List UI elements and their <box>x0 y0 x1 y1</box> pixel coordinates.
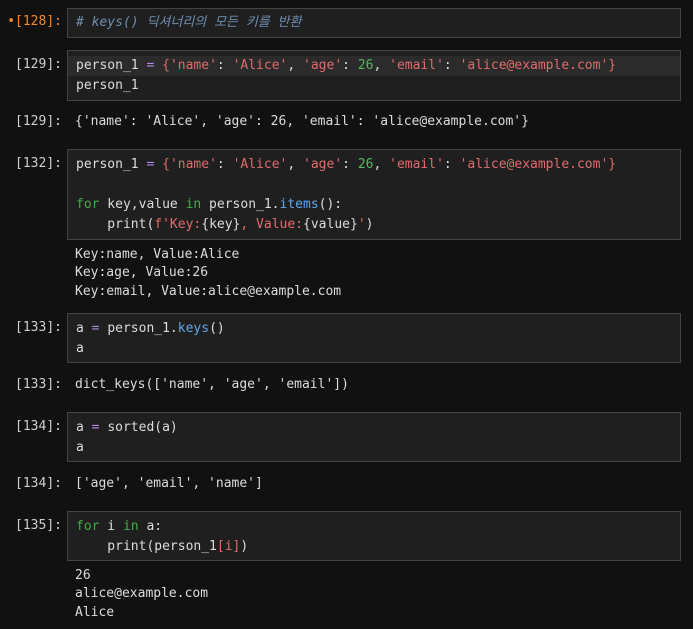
output-prompt: [129]: <box>15 114 62 129</box>
code-line: a <box>76 341 84 356</box>
output-text: ['age', 'email', 'name'] <box>75 476 263 491</box>
output-text: Key:email, Value:alice@example.com <box>75 284 342 299</box>
code-line: for key,value in person_1.items(): <box>76 197 343 212</box>
code-line: for i in a: <box>76 519 163 534</box>
code-line: a = sorted(a) <box>76 420 178 435</box>
output-text: dict_keys(['name', 'age', 'email']) <box>75 377 349 392</box>
code-line: print(f'Key:{key}, Value:{value}') <box>76 217 374 232</box>
cell-prompt: [135]: <box>15 518 62 533</box>
cell-prompt: [133]: <box>15 320 62 335</box>
cell-prompt: [132]: <box>15 156 62 171</box>
cell-prompt: •[128]: <box>7 14 62 29</box>
output-text: alice@example.com <box>75 586 209 601</box>
output-text: Key:age, Value:26 <box>75 265 209 280</box>
output-text: Key:name, Value:Alice <box>75 247 240 262</box>
code-line: person_1 = {'name': 'Alice', 'age': 26, … <box>68 56 680 76</box>
output-prompt: [133]: <box>15 377 62 392</box>
code-line: print(person_1[i]) <box>76 539 249 554</box>
code-line: a <box>76 440 84 455</box>
output-text: 26 <box>75 568 91 583</box>
code-line: a = person_1.keys() <box>76 321 225 336</box>
code-editor[interactable]: a = person_1.keys() a <box>67 313 681 363</box>
code-line: person_1 = {'name': 'Alice', 'age': 26, … <box>76 157 617 172</box>
code-editor[interactable]: # keys() 딕셔너리의 모든 키를 반환 <box>67 8 681 38</box>
code-editor[interactable]: person_1 = {'name': 'Alice', 'age': 26, … <box>67 50 681 101</box>
cell-prompt: [134]: <box>15 419 62 434</box>
output-text: Alice <box>75 605 115 620</box>
code-editor[interactable]: person_1 = {'name': 'Alice', 'age': 26, … <box>67 149 681 240</box>
output-text: {'name': 'Alice', 'age': 26, 'email': 'a… <box>75 114 529 129</box>
output-prompt: [134]: <box>15 476 62 491</box>
code-editor[interactable]: a = sorted(a) a <box>67 412 681 462</box>
comment-text: # keys() 딕셔너리의 모든 키를 반환 <box>76 15 302 30</box>
code-line: person_1 <box>76 78 139 93</box>
code-editor[interactable]: for i in a: print(person_1[i]) <box>67 511 681 561</box>
cell-prompt: [129]: <box>15 57 62 72</box>
